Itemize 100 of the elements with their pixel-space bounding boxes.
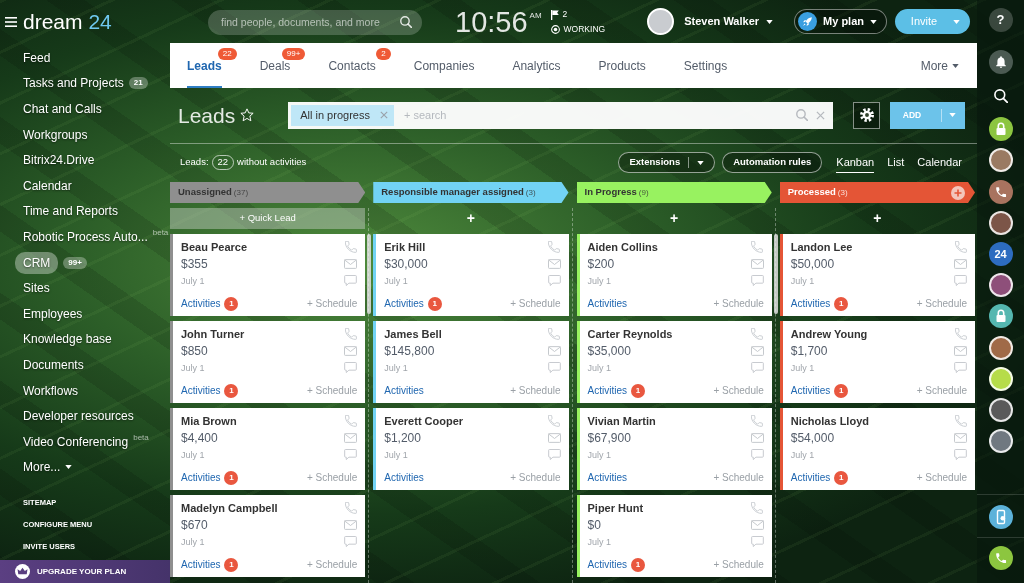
envelope-icon[interactable]	[344, 259, 358, 269]
activities-link[interactable]: Activities	[181, 296, 221, 311]
activities-link[interactable]: Activities	[181, 470, 221, 485]
chat-icon[interactable]	[954, 449, 967, 460]
filter-tag[interactable]: All in progress	[291, 104, 394, 126]
lead-card[interactable]: Andrew Young $1,700 July 1 Activities 1 + Schedule	[779, 321, 975, 403]
view-tab[interactable]: List	[887, 151, 905, 174]
tab[interactable]: Settings	[683, 43, 728, 88]
phone-icon[interactable]	[988, 179, 1013, 204]
view-tab[interactable]: Kanban	[836, 151, 875, 174]
lock-icon[interactable]	[988, 117, 1013, 142]
sidebar-item[interactable]: Documents	[23, 355, 84, 374]
sidebar-item[interactable]: Time and Reports	[23, 202, 118, 221]
view-tab[interactable]: Calendar	[917, 151, 962, 174]
lead-card[interactable]: John Turner $850 July 1 Activities 1 + Schedule	[170, 321, 366, 403]
lead-card[interactable]: Mia Brown $4,400 July 1 Activities 1 + Schedule	[170, 408, 366, 490]
chat-icon[interactable]	[547, 275, 561, 286]
sidebar-item[interactable]: Developer resources	[23, 407, 134, 426]
chat-icon[interactable]	[344, 449, 358, 460]
avatar-photo[interactable]	[988, 335, 1013, 360]
lead-card[interactable]: Landon Lee $50,000 July 1 Activities 1 + Schedule	[779, 234, 975, 316]
work-status[interactable]: WORKING	[563, 24, 606, 34]
avatar-photo[interactable]	[988, 148, 1013, 173]
remove-icon[interactable]	[379, 111, 388, 119]
envelope-icon[interactable]	[954, 259, 967, 269]
chat-icon[interactable]	[344, 536, 358, 547]
more-menu-item[interactable]: More...	[23, 458, 73, 477]
activities-link[interactable]: Activities	[384, 296, 424, 311]
phone-icon[interactable]	[988, 546, 1013, 570]
toolbar-button[interactable]: Extensions	[618, 152, 716, 173]
envelope-icon[interactable]	[954, 346, 967, 356]
sidebar-item[interactable]: Workgroups	[23, 125, 88, 144]
lead-card[interactable]: Beau Pearce $355 July 1 Activities 1 + Schedule	[170, 234, 366, 316]
search-icon[interactable]	[993, 89, 1008, 104]
envelope-icon[interactable]	[750, 259, 764, 269]
sidebar-item[interactable]: Chat and Calls	[23, 100, 102, 118]
chat-icon[interactable]	[954, 275, 967, 286]
avatar-photo[interactable]	[988, 210, 1013, 235]
group-chat-button[interactable]: 24	[988, 241, 1013, 266]
activities-link[interactable]: Activities	[587, 383, 627, 398]
sidebar-item[interactable]: Video Conferencing	[23, 432, 129, 451]
sidebar-item[interactable]: Calendar	[23, 176, 72, 195]
sidebar-item[interactable]: Workflows	[23, 381, 79, 400]
toolbar-button[interactable]: Automation rules	[722, 152, 823, 173]
lead-card[interactable]: Carter Reynolds $35,000 July 1 Activities 1 + Schedule	[576, 321, 772, 403]
activities-link[interactable]: Activities	[790, 383, 831, 398]
lock-icon[interactable]	[988, 304, 1013, 329]
activities-link[interactable]: Activities	[587, 557, 627, 572]
tab[interactable]: Contacts	[328, 43, 376, 88]
scrollbar[interactable]	[773, 234, 778, 314]
bell-icon[interactable]	[988, 50, 1013, 75]
sidebar-item[interactable]: Employees	[23, 304, 83, 323]
lead-card[interactable]: James Bell $145,800 July 1 Activities + Schedule	[373, 321, 569, 403]
activities-link[interactable]: Activities	[790, 296, 831, 311]
chat-icon[interactable]	[547, 449, 561, 460]
add-lead-button[interactable]: +	[373, 208, 569, 229]
settings-button[interactable]	[853, 101, 880, 129]
tab[interactable]: Companies	[413, 43, 475, 88]
user-avatar[interactable]	[647, 8, 675, 35]
envelope-icon[interactable]	[547, 433, 561, 443]
chat-icon[interactable]	[954, 362, 967, 373]
more-tab[interactable]: More	[920, 43, 959, 88]
user-name[interactable]: Steven Walker	[684, 13, 760, 30]
envelope-icon[interactable]	[344, 433, 358, 443]
activities-link[interactable]: Activities	[790, 470, 831, 485]
sidebar-item[interactable]: Sites	[23, 279, 50, 298]
activities-link[interactable]: Activities	[181, 383, 221, 398]
chat-icon[interactable]	[750, 536, 764, 547]
activities-link[interactable]: Activities	[587, 296, 627, 311]
sidebar-item[interactable]: Robotic Process Auto...	[23, 227, 148, 246]
clear-icon[interactable]	[816, 110, 825, 120]
avatar-photo[interactable]	[988, 273, 1013, 298]
chat-icon[interactable]	[344, 362, 358, 373]
envelope-icon[interactable]	[954, 433, 967, 443]
tab[interactable]: Analytics	[512, 43, 561, 88]
avatar-photo[interactable]	[988, 397, 1013, 422]
sidebar-item[interactable]: Knowledge base	[23, 330, 112, 349]
chat-icon[interactable]	[547, 362, 561, 373]
upgrade-plan-button[interactable]: UPGRADE YOUR PLAN	[0, 560, 170, 583]
lead-card[interactable]: Erik Hill $30,000 July 1 Activities 1 + Schedule	[373, 234, 569, 316]
lead-card[interactable]: Vivian Martin $67,900 July 1 Activities + Schedule	[576, 408, 772, 490]
sidebar-item[interactable]: Bitrix24.Drive	[23, 151, 95, 170]
filter-search-field[interactable]: All in progress + search	[288, 101, 833, 129]
help-button[interactable]: ?	[988, 8, 1013, 32]
chat-icon[interactable]	[750, 275, 764, 286]
envelope-icon[interactable]	[344, 346, 358, 356]
menu-icon[interactable]	[5, 16, 17, 27]
add-lead-button[interactable]: +	[779, 208, 975, 229]
activities-link[interactable]: Activities	[181, 557, 221, 572]
chat-icon[interactable]	[750, 449, 764, 460]
lead-card[interactable]: Nicholas Lloyd $54,000 July 1 Activities 1 + Schedule	[779, 408, 975, 490]
lead-card[interactable]: Everett Cooper $1,200 July 1 Activities + Schedule	[373, 408, 569, 490]
activities-link[interactable]: Activities	[384, 383, 424, 398]
envelope-icon[interactable]	[547, 346, 561, 356]
scrollbar[interactable]	[367, 234, 372, 314]
device-icon[interactable]	[988, 505, 1013, 529]
sidebar-item[interactable]: Feed	[23, 48, 51, 67]
add-lead-button[interactable]: +	[576, 208, 772, 229]
envelope-icon[interactable]	[750, 433, 764, 443]
tab[interactable]: Products	[598, 43, 646, 88]
